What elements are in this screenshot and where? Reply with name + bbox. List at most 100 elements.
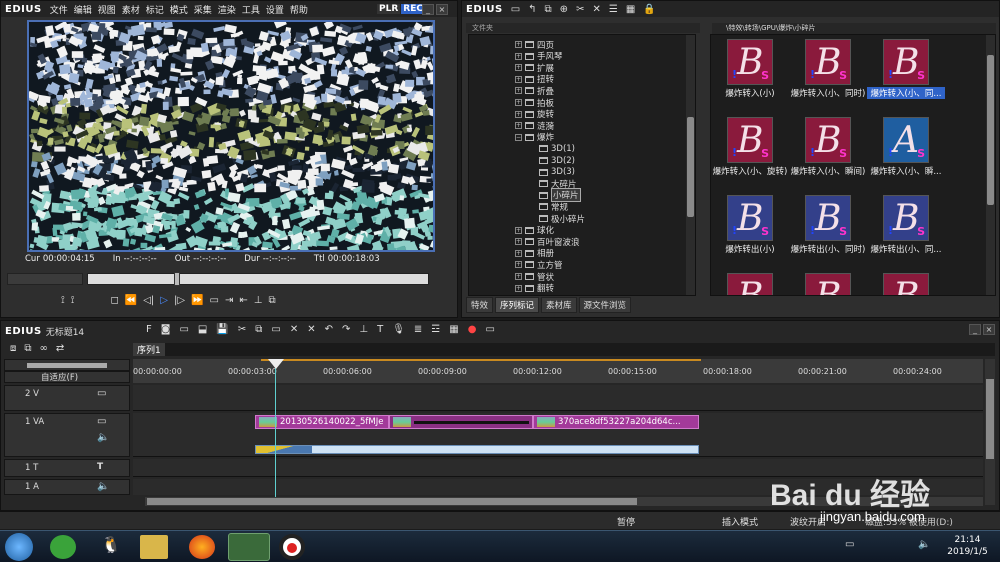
effect-caption[interactable]: 爆炸转入(小、瞬间) (789, 165, 867, 177)
speaker-icon[interactable]: 🔈 (97, 432, 109, 443)
tree-item[interactable]: + 立方管 (515, 259, 563, 271)
set-out-icon[interactable]: ⟟ (71, 295, 75, 306)
tree-item[interactable]: + 球化 (515, 225, 554, 236)
fast-forward-icon[interactable]: ⏩ (191, 295, 203, 306)
library-tab[interactable]: 素材库 (541, 297, 577, 313)
tree-item[interactable]: 3D(3) (539, 167, 575, 178)
tree-item[interactable]: + 手风琴 (515, 51, 563, 62)
effect-thumbnail[interactable]: B!S (727, 273, 773, 295)
close-icon[interactable]: × (436, 4, 448, 15)
up-folder-icon[interactable]: ↰ (528, 4, 536, 15)
menu-item[interactable]: 标记 (146, 6, 164, 16)
rewind-icon[interactable]: ⏪ (125, 295, 137, 306)
undo-icon[interactable]: ↶ (325, 324, 333, 335)
expand-icon[interactable]: + (515, 99, 522, 106)
expand-icon[interactable]: + (515, 64, 522, 72)
sequence-tab[interactable]: 序列1 (133, 343, 165, 356)
tree-item[interactable]: 3D(2) (539, 155, 575, 166)
mixer-icon[interactable]: ≣ (414, 324, 422, 335)
mic-icon[interactable]: 🎙 (392, 324, 405, 335)
step-forward-icon[interactable]: |▷ (174, 295, 185, 306)
effect-thumbnail[interactable]: B!S (883, 39, 929, 85)
folder-icon[interactable]: ▭ (511, 4, 520, 15)
effect-thumbnail[interactable]: B!S (883, 195, 929, 241)
effect-caption[interactable]: 爆炸转入(小、同时) (789, 87, 867, 99)
tree-item[interactable]: + 扩展 (515, 62, 554, 74)
menu-item[interactable]: 视图 (98, 6, 116, 16)
effect-thumbnail[interactable]: B!S (805, 39, 851, 85)
speaker-icon[interactable]: 🔈 (97, 481, 109, 492)
tree-item[interactable]: + 百叶窗波浪 (515, 236, 580, 248)
set-in-icon[interactable]: ⟟ (61, 295, 65, 306)
hscroll-thumb[interactable] (147, 498, 637, 505)
track-lock-icon[interactable]: ▭ (97, 388, 106, 399)
zoom-slider[interactable] (27, 363, 107, 368)
menu-item[interactable]: 渲染 (218, 6, 236, 16)
copy-icon[interactable]: ⧉ (255, 324, 262, 335)
expand-icon[interactable]: + (515, 122, 522, 130)
track-1va-lane[interactable]: 20130526140022_5fMJe 370ace8df53227a204d… (133, 413, 983, 457)
tl-close-icon[interactable]: × (983, 324, 995, 335)
effect-thumbnail[interactable]: B!S (805, 117, 851, 163)
effect-caption[interactable]: 爆炸转入(小、瞬... (867, 165, 945, 177)
add-clip-icon[interactable]: ⊕ (560, 4, 568, 15)
tray-keyboard-icon[interactable]: ▭ (845, 539, 854, 550)
expand-icon[interactable]: + (515, 284, 522, 292)
expand-icon[interactable]: + (515, 226, 522, 234)
properties-icon[interactable]: ☰ (609, 4, 618, 15)
title-icon[interactable]: T (377, 324, 383, 335)
playhead-handle[interactable] (268, 359, 284, 369)
tree-item[interactable]: 极小碎片 (539, 213, 585, 225)
ripple-delete-icon[interactable]: ✕ (307, 324, 315, 335)
menu-item[interactable]: 文件 (50, 6, 68, 16)
effect-thumbnail[interactable]: B!S (883, 273, 929, 295)
tree-item[interactable]: + 旋转 (515, 109, 554, 120)
save-icon[interactable]: 💾 (216, 324, 228, 335)
sync-icon[interactable]: ⇄ (56, 343, 64, 357)
overwrite-icon[interactable]: ⇤ (239, 295, 247, 306)
menu-item[interactable]: 编辑 (74, 6, 92, 16)
expand-icon[interactable]: + (515, 52, 522, 60)
position-slider-handle[interactable] (174, 272, 180, 286)
redo-icon[interactable]: ↷ (342, 324, 350, 335)
expand-icon[interactable]: + (515, 87, 522, 95)
firefox-icon[interactable] (189, 535, 215, 559)
tray-sound-icon[interactable]: 🔈 (918, 539, 930, 550)
new-sequence-icon[interactable]: F (146, 324, 152, 335)
tree-scroll-thumb[interactable] (687, 117, 694, 217)
tree-item[interactable]: + 拍板 (515, 97, 554, 109)
effect-caption[interactable]: 爆炸转入(小) (711, 87, 789, 99)
menu-item[interactable]: 素材 (122, 6, 140, 16)
group-icon[interactable]: ⧉ (24, 343, 31, 357)
insert-to-timeline-icon[interactable]: ⇥ (225, 295, 233, 306)
play-icon[interactable]: ▷ (160, 295, 168, 306)
track-2v-lane[interactable] (133, 385, 983, 411)
open-icon[interactable]: ▭ (179, 324, 188, 335)
effect-thumbnail[interactable]: B!S (727, 195, 773, 241)
tree-item[interactable]: + 相册 (515, 248, 554, 259)
track-lock-icon[interactable]: ▭ (97, 416, 106, 427)
tl-minimize-icon[interactable]: _ (969, 324, 981, 335)
tree-scrollbar[interactable] (686, 35, 695, 295)
cut-icon[interactable]: ✂ (576, 4, 584, 15)
new-bin-icon[interactable]: ⧉ (545, 4, 552, 15)
delete-icon[interactable]: ✕ (290, 324, 298, 335)
render-icon[interactable]: ☲ (431, 324, 440, 335)
effect-caption[interactable]: 爆炸转出(小) (711, 243, 789, 255)
expand-icon[interactable]: + (515, 249, 522, 257)
lock-icon[interactable]: 🔒 (643, 4, 655, 15)
effect-thumbnail[interactable]: B!S (727, 117, 773, 163)
expand-icon[interactable]: + (515, 41, 522, 48)
tree-item[interactable]: + 翻转 (515, 283, 554, 294)
settings-icon[interactable]: ▦ (449, 324, 458, 335)
camera-icon[interactable]: ◙ (161, 324, 171, 335)
link-icon[interactable]: ∞ (40, 343, 48, 357)
delete-icon[interactable]: ✕ (592, 4, 600, 15)
browser-360-icon[interactable] (50, 535, 76, 559)
library-tab[interactable]: 特效 (466, 297, 494, 313)
library-tab[interactable]: 序列标记 (495, 297, 540, 313)
tree-item[interactable]: + 扭转 (515, 74, 554, 85)
menu-item[interactable]: 模式 (170, 6, 188, 16)
effect-caption[interactable]: 爆炸转出(小、同时) (789, 243, 867, 255)
track-mode-icon[interactable]: ⧈ (10, 343, 16, 357)
